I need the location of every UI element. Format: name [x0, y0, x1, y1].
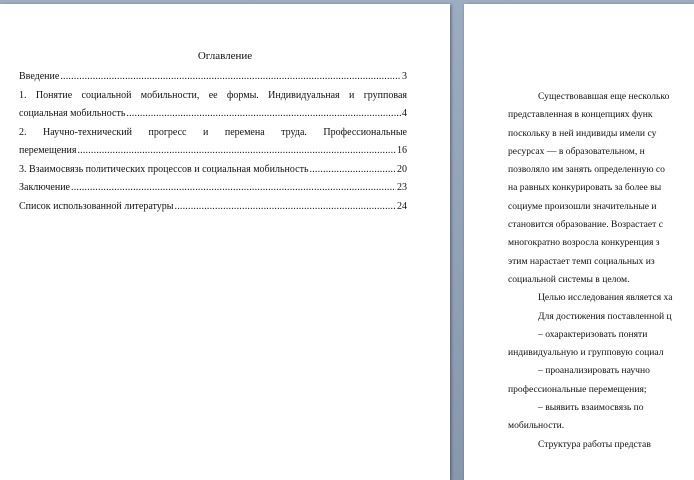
body-line: мобильности.: [508, 420, 565, 432]
list-item-dash: – охарактеризовать поняти: [538, 328, 648, 340]
intro-body-text: Существовавшая еще несколько представлен…: [508, 88, 694, 454]
body-line: социальной системы в целом.: [508, 273, 630, 285]
toc-entry-label: Список использованной литературы: [19, 200, 174, 212]
toc-entry-chapter-3[interactable]: 3. Взаимосвязь политических процессов и …: [19, 161, 407, 180]
table-of-contents: Введение 3 1. Понятие социальной мобильн…: [19, 68, 407, 216]
toc-page-number: 16: [397, 145, 407, 156]
toc-entry-label-cont: социальная мобильность: [19, 108, 126, 119]
toc-entry-label: 2. Научно-технический прогресс и перемен…: [19, 126, 407, 138]
toc-page-number: 20: [397, 163, 407, 175]
body-line: Существовавшая еще несколько: [538, 91, 670, 102]
toc-leader-dots: [60, 68, 401, 87]
toc-page-number: 4: [402, 108, 407, 119]
body-line: позволяло им занять определенную со: [508, 164, 665, 176]
body-line: Для достижения поставленной ц: [538, 310, 672, 322]
toc-leader-dots: [77, 142, 396, 161]
toc-page-number: 23: [397, 182, 407, 193]
toc-entry-label: Введение: [19, 71, 60, 82]
toc-entry-label-cont: перемещения: [19, 145, 77, 156]
toc-leader-dots: [175, 198, 397, 217]
toc-entry-references[interactable]: Список использованной литературы 24: [19, 198, 407, 217]
toc-entry-intro[interactable]: Введение 3: [19, 68, 407, 87]
body-line: социуме произошли значительные и: [508, 200, 657, 212]
body-line: индивидуальную и групповую социал: [508, 347, 664, 359]
body-line: многократно возросла конкуренция з: [508, 237, 660, 249]
body-line: профессиональные перемещения;: [508, 383, 647, 395]
list-item-dash: – проанализировать научно: [538, 365, 650, 377]
body-line: на равных конкурировать за более вы: [508, 182, 662, 194]
document-workspace: Оглавление Введение 3 1. Понятие социаль…: [0, 0, 694, 480]
list-item-dash: – выявить взаимосвязь по: [538, 402, 644, 414]
body-line: этим нарастает темп социальных из: [508, 255, 655, 267]
toc-leader-dots: [71, 179, 396, 198]
body-line: поскольку в ней индивиды имели су: [508, 127, 657, 139]
document-page-toc: Оглавление Введение 3 1. Понятие социаль…: [0, 4, 450, 480]
document-page-intro: Существовавшая еще несколько представлен…: [464, 4, 694, 480]
toc-entry-conclusion[interactable]: Заключение 23: [19, 179, 407, 198]
body-line: представленная в концепциях функ: [508, 109, 653, 121]
toc-leader-dots: [310, 161, 396, 180]
toc-title: Оглавление: [197, 50, 253, 62]
toc-page-number: 3: [402, 71, 407, 82]
body-line: становится образование. Возрастает с: [508, 219, 664, 231]
toc-entry-chapter-1[interactable]: 1. Понятие социальной мобильности, ее фо…: [19, 87, 407, 124]
toc-page-number: 24: [397, 200, 407, 212]
toc-entry-chapter-2[interactable]: 2. Научно-технический прогресс и перемен…: [19, 124, 407, 161]
toc-leader-dots: [126, 105, 401, 124]
body-line: Целью исследования является ха: [538, 292, 673, 304]
body-line: Структура работы представ: [538, 438, 651, 450]
body-line: ресурсах — в образовательном, н: [508, 145, 645, 157]
toc-entry-label: 3. Взаимосвязь политических процессов и …: [19, 163, 309, 175]
toc-entry-label: 1. Понятие социальной мобильности, ее фо…: [19, 89, 407, 101]
toc-entry-label: Заключение: [19, 182, 70, 193]
